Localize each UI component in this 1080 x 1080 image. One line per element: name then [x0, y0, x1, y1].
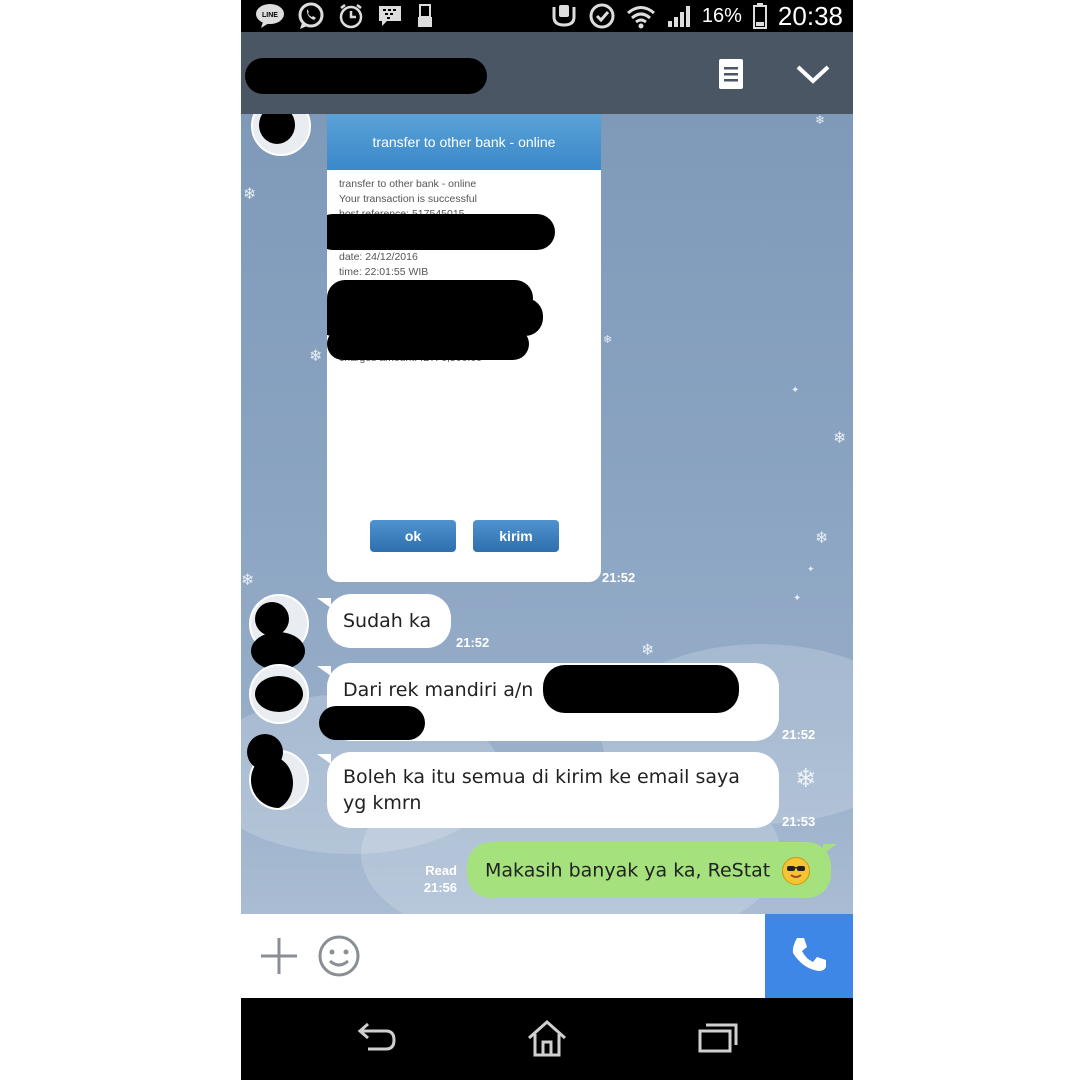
receipt-ok-button: ok — [370, 520, 456, 552]
phone-screen: LINE 16% 20:38 ❄ ❄ ❄ ❄ ✦ ❄ ❄ ✦ ❄ ✦ ❄ ❄ t… — [241, 0, 853, 1080]
message-time: 21:52 — [456, 635, 490, 650]
plus-icon — [259, 938, 299, 980]
snowflake-icon: ❄ — [241, 570, 255, 589]
notification-icons: LINE — [255, 0, 435, 32]
nav-bar — [241, 998, 853, 1080]
battery-percent: 16% — [701, 4, 742, 27]
message-text: Boleh ka itu semua di kirim ke email say… — [343, 766, 740, 814]
add-button[interactable] — [259, 936, 299, 976]
redaction — [327, 328, 529, 360]
receipt-kirim-button: kirim — [473, 520, 559, 552]
message-bubble[interactable]: Sudah ka — [327, 594, 451, 648]
recents-button[interactable] — [693, 1016, 741, 1064]
snowflake-icon: ✦ — [791, 385, 800, 396]
system-icons: 16% 20:38 — [550, 0, 843, 32]
snowflake-icon: ❄ — [309, 346, 323, 365]
input-bar — [241, 914, 853, 998]
receipt-header: transfer to other bank - online — [327, 114, 601, 170]
signal-icon — [666, 4, 692, 28]
alarm-icon — [337, 2, 365, 30]
snowflake-icon: ❄ — [815, 114, 826, 127]
nfc-icon — [550, 3, 578, 29]
bubble-tail — [317, 754, 331, 764]
phone-icon — [789, 934, 829, 978]
stamina-icon — [588, 2, 616, 30]
redaction — [327, 214, 555, 250]
snowflake-icon: ❄ — [833, 428, 847, 447]
line-icon: LINE — [255, 3, 285, 29]
call-button[interactable] — [765, 914, 853, 998]
chat-header — [241, 32, 853, 114]
receipt-image-message[interactable]: transfer to other bank - online transfer… — [327, 114, 601, 582]
recents-icon — [696, 1021, 738, 1059]
bubble-tail — [823, 844, 837, 854]
contact-name-redacted — [245, 58, 487, 94]
redaction — [247, 734, 283, 770]
message-bubble[interactable]: Boleh ka itu semua di kirim ke email say… — [327, 752, 779, 828]
home-icon — [526, 1018, 568, 1062]
snowflake-icon: ❄ — [795, 764, 817, 794]
read-receipt: Read 21:56 — [401, 862, 457, 896]
emoji-icon — [317, 935, 361, 982]
back-button[interactable] — [353, 1016, 401, 1064]
avatar[interactable] — [249, 664, 309, 724]
battery-icon — [752, 2, 768, 30]
receipt-line: time: 22:01:55 WIB — [339, 266, 429, 278]
receipt-line: Your transaction is successful — [339, 193, 477, 205]
read-label: Read — [425, 863, 457, 878]
snowflake-icon: ❄ — [815, 528, 829, 547]
avatar-redaction — [255, 676, 303, 712]
memo-icon — [718, 58, 744, 94]
receipt-line: date: 24/12/2016 — [339, 251, 418, 263]
snowflake-icon: ❄ — [243, 184, 257, 203]
status-bar: LINE 16% 20:38 — [241, 0, 853, 32]
bbm-icon — [377, 4, 403, 28]
wifi-icon — [626, 3, 656, 29]
message-time: 21:53 — [782, 814, 816, 829]
redaction — [319, 706, 425, 740]
bubble-tail — [317, 666, 331, 676]
collapse-button[interactable] — [793, 56, 833, 96]
message-text: Sudah ka — [343, 610, 432, 632]
snowflake-icon: ✦ — [807, 565, 815, 575]
status-clock: 20:38 — [777, 0, 843, 31]
avatar-redaction — [255, 602, 289, 636]
receipt-line: transfer to other bank - online — [339, 178, 477, 190]
emoji-button[interactable] — [317, 934, 361, 978]
snowflake-icon: ❄ — [603, 333, 613, 346]
whatsapp-icon — [297, 2, 325, 30]
redaction — [543, 665, 739, 713]
cool-face-emoji-icon — [782, 857, 811, 885]
outgoing-message-bubble[interactable]: Makasih banyak ya ka, ReStat — [467, 842, 831, 898]
message-text: Makasih banyak ya ka, ReStat — [485, 859, 771, 882]
snowflake-icon: ✦ — [793, 593, 802, 604]
chat-area[interactable]: ❄ ❄ ❄ ❄ ✦ ❄ ❄ ✦ ❄ ✦ ❄ ❄ transfer to othe… — [241, 114, 853, 914]
memo-button[interactable] — [711, 56, 751, 96]
message-text: Dari rek mandiri a/n — [343, 679, 534, 701]
message-time: 21:56 — [423, 880, 457, 895]
chevron-down-icon — [795, 62, 831, 90]
message-time: 21:52 — [602, 570, 636, 585]
message-time: 21:52 — [782, 727, 816, 742]
svg-text:LINE: LINE — [262, 12, 278, 19]
avatar-redaction — [259, 114, 295, 144]
usb-icon — [415, 3, 435, 29]
back-icon — [356, 1021, 398, 1059]
avatar[interactable] — [251, 114, 311, 156]
home-button[interactable] — [523, 1016, 571, 1064]
snowflake-icon: ❄ — [641, 640, 655, 659]
